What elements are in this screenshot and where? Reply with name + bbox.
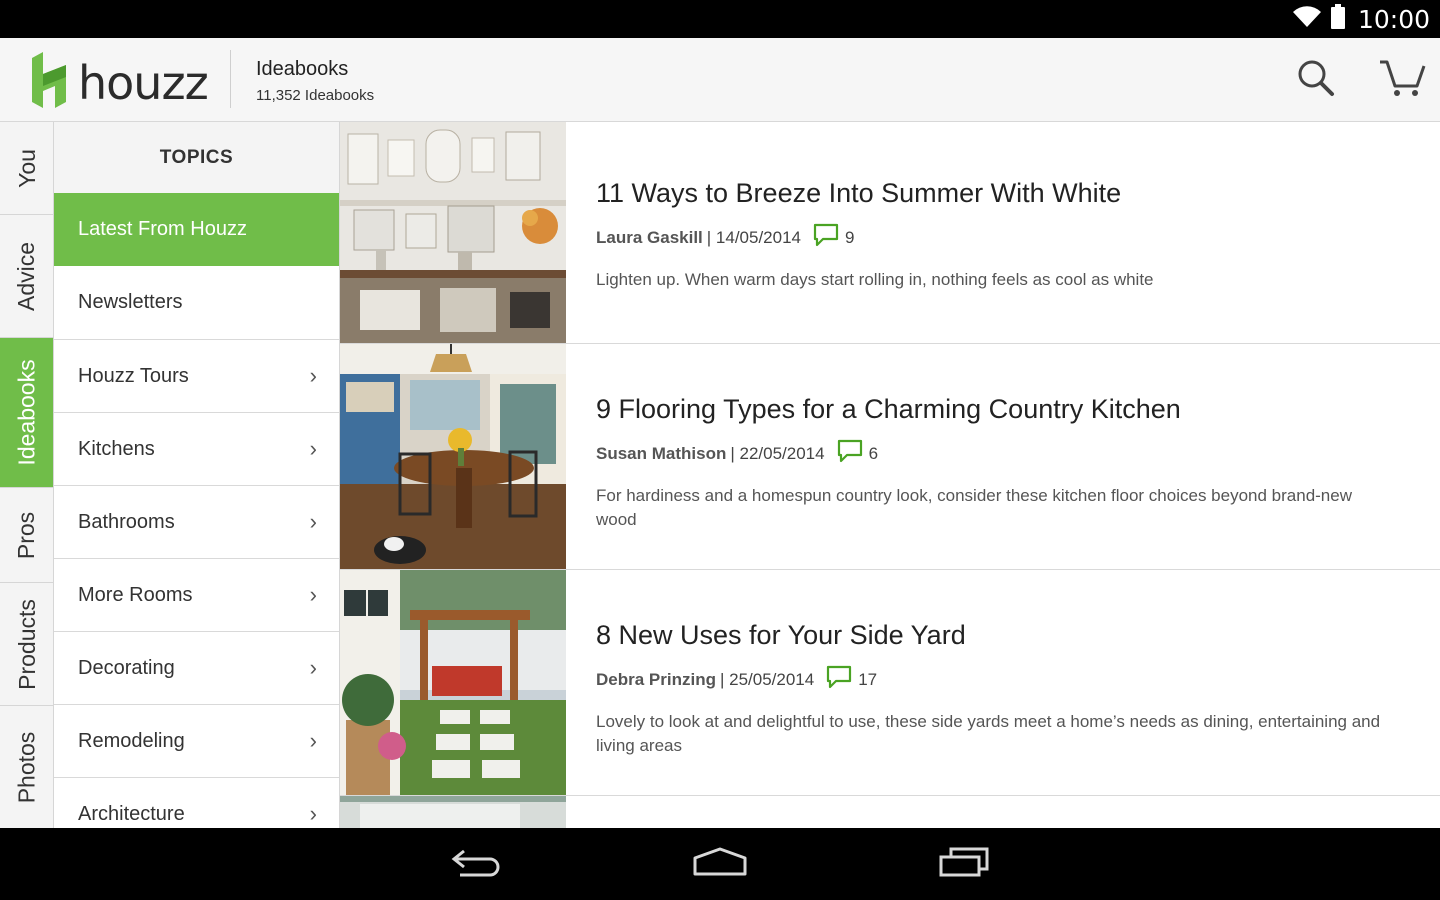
tab-advice-label: Advice [13,241,40,311]
article-title[interactable]: 11 Ways to Breeze Into Summer With White [596,178,1390,209]
article-author[interactable]: Laura Gaskill [596,228,703,248]
comment-count: 17 [858,669,878,689]
article-text: 11 Ways to Breeze Into Summer With White… [596,178,1390,292]
recent-apps-button[interactable] [934,844,994,884]
app-bar: houzz Ideabooks 11,352 Ideabooks [0,38,1440,122]
topic-label: Bathrooms [78,510,175,533]
topic-more-rooms[interactable]: More Rooms › [54,558,339,631]
topic-architecture[interactable]: Architecture › [54,777,339,828]
article-title[interactable]: 8 New Uses for Your Side Yard [596,620,1390,651]
houzz-logo-text: houzz [78,55,209,110]
article-thumbnail [340,122,566,343]
article-meta: Debra Prinzing | 25/05/2014 17 [596,665,1390,694]
back-icon [450,847,502,882]
article-author[interactable]: Susan Mathison [596,444,726,464]
topic-label: More Rooms [78,583,193,606]
article-date: | 14/05/2014 [706,227,802,247]
topic-label: Architecture [78,802,185,825]
article-date: | 22/05/2014 [730,443,825,463]
article-meta: Susan Mathison | 22/05/2014 6 [596,439,1390,468]
topics-sidebar: TOPICS Latest From Houzz Newsletters Hou… [54,122,340,828]
home-button[interactable] [690,844,750,884]
tab-pros[interactable]: Pros [0,488,53,583]
tab-pros-label: Pros [13,511,40,559]
page-title: Ideabooks [256,58,349,80]
article-feed: 11 Ways to Breeze Into Summer With White… [340,122,1440,828]
ideabook-count: 11,352 Ideabooks [256,87,375,104]
chevron-right-icon: › [309,728,317,753]
article-text: 8 New Uses for Your Side Yard Debra Prin… [596,620,1390,758]
topic-decorating[interactable]: Decorating › [54,631,339,704]
topic-bathrooms[interactable]: Bathrooms › [54,485,339,558]
article-text: 9 Flooring Types for a Charming Country … [596,394,1390,532]
back-button[interactable] [446,844,506,884]
article-card-partial[interactable] [340,796,1440,828]
status-bar: 10:00 [0,0,1440,38]
article-thumbnail [340,344,566,569]
topic-newsletters[interactable]: Newsletters [54,266,339,339]
article-description: Lighten up. When warm days start rolling… [596,270,1154,289]
topic-label: Kitchens [78,437,155,460]
app-bar-divider [230,50,231,108]
article-thumbnail [340,796,566,828]
recent-apps-icon [937,847,991,882]
article-card[interactable]: 8 New Uses for Your Side Yard Debra Prin… [340,570,1440,796]
article-card[interactable]: 11 Ways to Breeze Into Summer With White… [340,122,1440,344]
cart-icon [1378,58,1426,103]
article-card[interactable]: 9 Flooring Types for a Charming Country … [340,344,1440,570]
search-button[interactable] [1292,56,1340,104]
chevron-right-icon: › [309,509,317,534]
topic-remodeling[interactable]: Remodeling › [54,704,339,777]
comment-icon [826,665,852,694]
comment-icon [813,223,839,252]
chevron-right-icon: › [309,436,317,461]
tab-ideabooks-label: Ideabooks [13,359,40,466]
comment-icon [837,439,863,468]
chevron-right-icon: › [309,801,317,826]
home-icon [692,847,748,882]
tab-you[interactable]: You [0,122,53,215]
topic-label: Newsletters [78,291,183,313]
topics-header: TOPICS [54,122,339,193]
section-tabs: You Advice Ideabooks Pros Products Photo… [0,122,54,828]
cart-button[interactable] [1378,56,1426,104]
tab-you-label: You [13,148,40,188]
system-nav-bar [0,828,1440,900]
topic-label: Remodeling [78,729,185,752]
status-time: 10:00 [1357,4,1430,34]
topic-label: Decorating [78,656,175,679]
article-meta: Laura Gaskill | 14/05/2014 9 [596,223,1390,252]
chevron-right-icon: › [309,363,317,388]
topic-latest-from-houzz[interactable]: Latest From Houzz [54,193,339,266]
topic-houzz-tours[interactable]: Houzz Tours › [54,339,339,412]
search-icon [1296,58,1336,103]
article-author[interactable]: Debra Prinzing [596,670,716,690]
article-description: For hardiness and a homespun country loo… [596,486,1352,529]
houzz-logo[interactable]: houzz [32,52,209,113]
comment-count: 9 [845,227,855,247]
tab-ideabooks[interactable]: Ideabooks [0,338,53,488]
battery-icon [1330,3,1346,35]
topic-label: Latest From Houzz [78,218,247,240]
tab-advice[interactable]: Advice [0,215,53,338]
houzz-logo-icon [32,52,66,113]
comment-count: 6 [868,443,879,463]
tab-products[interactable]: Products [0,583,53,706]
topic-kitchens[interactable]: Kitchens › [54,412,339,485]
tab-photos-label: Photos [13,731,40,803]
wifi-icon [1292,5,1322,34]
chevron-right-icon: › [309,582,317,607]
article-date: | 25/05/2014 [719,669,815,689]
tab-products-label: Products [13,598,40,690]
chevron-right-icon: › [309,655,317,680]
tab-photos[interactable]: Photos [0,706,53,828]
article-title[interactable]: 9 Flooring Types for a Charming Country … [596,394,1390,425]
topic-label: Houzz Tours [78,364,189,387]
article-description: Lovely to look at and delightful to use,… [596,712,1381,755]
article-thumbnail [340,570,566,795]
